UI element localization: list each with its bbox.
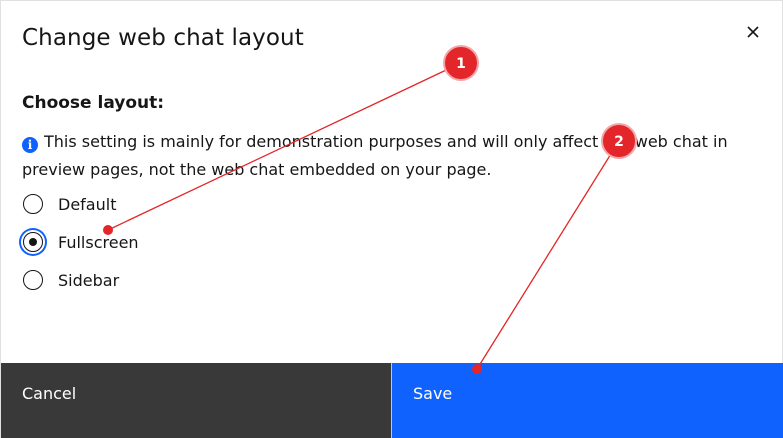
info-message: i This setting is mainly for demonstratio… [22,128,762,184]
radio-option-fullscreen[interactable]: Fullscreen [23,232,139,252]
close-icon [747,26,759,38]
radio-option-default[interactable]: Default [23,194,116,214]
radio-option-sidebar[interactable]: Sidebar [23,270,119,290]
radio-default[interactable] [23,194,43,214]
annotation-marker-1 [443,45,479,81]
close-button[interactable] [737,16,769,48]
radio-sidebar[interactable] [23,270,43,290]
save-button[interactable]: Save [392,363,783,438]
info-text: This setting is mainly for demonstration… [22,132,728,179]
dialog-title: Change web chat layout [22,25,304,51]
info-icon: i [22,137,38,153]
choose-layout-heading: Choose layout: [22,93,165,113]
annotation-marker-1-label: 1 [456,56,466,72]
radio-fullscreen[interactable] [23,232,43,252]
change-layout-dialog: Change web chat layout Choose layout: iT… [0,0,783,438]
radio-label-default: Default [58,194,117,214]
radio-label-sidebar: Sidebar [58,270,120,290]
dialog-footer: Cancel Save [1,363,783,438]
cancel-button[interactable]: Cancel [1,363,391,438]
radio-label-fullscreen: Fullscreen [58,232,139,252]
